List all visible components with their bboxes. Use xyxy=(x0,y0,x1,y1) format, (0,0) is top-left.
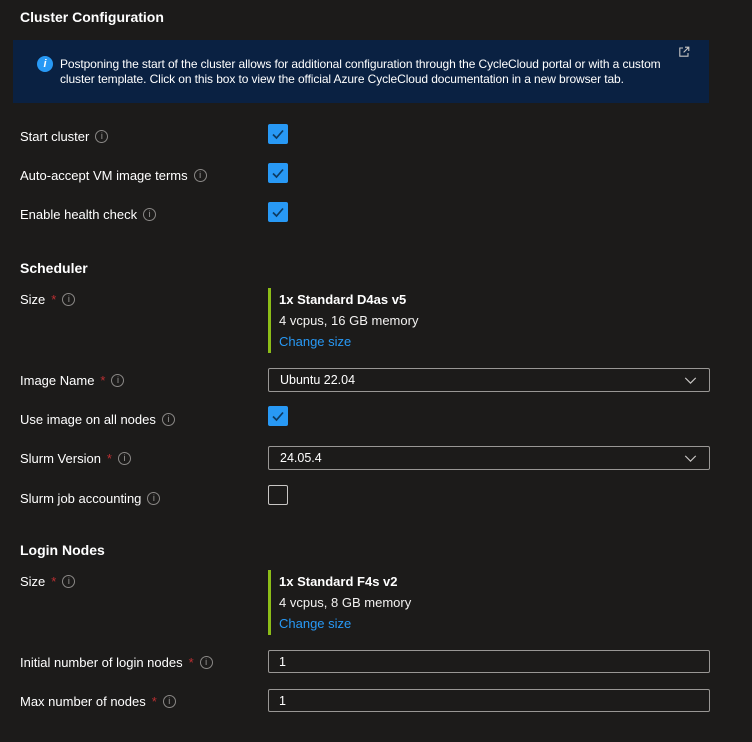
label-text: Use image on all nodes xyxy=(20,411,156,427)
info-tooltip-icon[interactable]: i xyxy=(161,412,175,426)
info-icon-glyph: i xyxy=(123,452,126,463)
info-icon-glyph: i xyxy=(152,492,155,503)
label-image-name: Image Name * i xyxy=(20,372,125,388)
info-tooltip-icon[interactable]: i xyxy=(62,292,76,306)
label-text: Max number of nodes xyxy=(20,693,146,709)
label-initial-number-of-login-nodes: Initial number of login nodes * i xyxy=(20,654,213,670)
enable-health-check-checkbox[interactable] xyxy=(268,202,288,222)
label-scheduler-size: Size * i xyxy=(20,291,76,307)
vm-size-specs: 4 vcpus, 16 GB memory xyxy=(279,313,419,328)
checkmark-icon xyxy=(272,168,284,179)
label-text: Enable health check xyxy=(20,206,138,222)
banner-message-line: Postponing the start of the cluster allo… xyxy=(60,57,661,71)
label-text: Slurm job accounting xyxy=(20,490,142,506)
info-tooltip-icon[interactable]: i xyxy=(193,168,207,182)
checkmark-icon xyxy=(272,207,284,218)
info-tooltip-icon[interactable]: i xyxy=(147,491,161,505)
label-start-cluster: Start cluster i xyxy=(20,128,109,144)
slurm-job-accounting-checkbox[interactable] xyxy=(268,485,288,505)
label-text: Size xyxy=(20,573,46,589)
checkmark-icon xyxy=(272,129,284,140)
info-tooltip-icon[interactable]: i xyxy=(199,655,213,669)
info-icon-glyph: i xyxy=(67,575,70,586)
open-in-new-tab-icon[interactable] xyxy=(678,46,690,58)
label-text: Initial number of login nodes xyxy=(20,654,183,670)
chevron-down-icon xyxy=(684,376,697,384)
required-marker: * xyxy=(100,372,106,388)
section-heading-scheduler: Scheduler xyxy=(20,260,88,276)
initial-login-nodes-input[interactable] xyxy=(268,650,710,673)
required-marker: * xyxy=(51,291,57,307)
info-icon-glyph: i xyxy=(67,293,70,304)
required-marker: * xyxy=(106,450,112,466)
info-icon-glyph: i xyxy=(100,130,103,141)
label-enable-health-check: Enable health check i xyxy=(20,206,157,222)
change-size-link[interactable]: Change size xyxy=(279,613,411,634)
start-cluster-checkbox[interactable] xyxy=(268,124,288,144)
info-tooltip-icon[interactable]: i xyxy=(95,129,109,143)
vm-size-title: 1x Standard D4as v5 xyxy=(279,292,407,307)
dropdown-selected-value: 24.05.4 xyxy=(280,451,322,465)
section-heading-login-nodes: Login Nodes xyxy=(20,542,105,558)
scheduler-vm-size-card: 1x Standard D4as v5 4 vcpus, 16 GB memor… xyxy=(268,288,418,353)
required-marker: * xyxy=(188,654,194,670)
banner-message: Postponing the start of the cluster allo… xyxy=(60,57,661,87)
info-tooltip-icon[interactable]: i xyxy=(62,574,76,588)
info-tooltip-icon[interactable]: i xyxy=(162,694,176,708)
login-nodes-vm-size-card: 1x Standard F4s v2 4 vcpus, 8 GB memory … xyxy=(268,570,411,635)
checkmark-icon xyxy=(272,411,284,422)
label-text: Size xyxy=(20,291,46,307)
required-marker: * xyxy=(151,693,157,709)
info-icon-glyph: i xyxy=(168,695,171,706)
label-use-image-on-all-nodes: Use image on all nodes i xyxy=(20,411,175,427)
use-image-on-all-nodes-checkbox[interactable] xyxy=(268,406,288,426)
label-auto-accept-vm-image-terms: Auto-accept VM image terms i xyxy=(20,167,207,183)
info-tooltip-icon[interactable]: i xyxy=(111,373,125,387)
info-tooltip-icon[interactable]: i xyxy=(143,207,157,221)
info-icon-glyph: i xyxy=(199,169,202,180)
info-icon-glyph: i xyxy=(167,413,170,424)
info-icon: i xyxy=(37,56,53,72)
image-name-dropdown[interactable]: Ubuntu 22.04 xyxy=(268,368,710,392)
vm-size-specs: 4 vcpus, 8 GB memory xyxy=(279,595,412,610)
chevron-down-icon xyxy=(684,454,697,462)
page-title: Cluster Configuration xyxy=(20,9,164,25)
auto-accept-vm-image-terms-checkbox[interactable] xyxy=(268,163,288,183)
label-slurm-version: Slurm Version * i xyxy=(20,450,131,466)
slurm-version-dropdown[interactable]: 24.05.4 xyxy=(268,446,710,470)
required-marker: * xyxy=(51,573,57,589)
change-size-link[interactable]: Change size xyxy=(279,331,418,352)
label-slurm-job-accounting: Slurm job accounting i xyxy=(20,490,161,506)
label-text: Start cluster xyxy=(20,128,90,144)
banner-message-line: cluster template. Click on this box to v… xyxy=(60,72,624,86)
dropdown-selected-value: Ubuntu 22.04 xyxy=(280,373,356,387)
vm-size-title: 1x Standard F4s v2 xyxy=(279,574,398,589)
info-icon-glyph: i xyxy=(205,656,208,667)
label-text: Auto-accept VM image terms xyxy=(20,167,188,183)
info-icon-glyph: i xyxy=(148,208,151,219)
label-login-nodes-size: Size * i xyxy=(20,573,76,589)
info-icon-glyph: i xyxy=(116,374,119,385)
max-nodes-input[interactable] xyxy=(268,689,710,712)
info-icon-glyph: i xyxy=(43,58,47,70)
label-text: Slurm Version xyxy=(20,450,101,466)
label-text: Image Name xyxy=(20,372,95,388)
info-banner[interactable]: i Postponing the start of the cluster al… xyxy=(13,40,709,103)
label-max-number-of-nodes: Max number of nodes * i xyxy=(20,693,176,709)
cluster-configuration-form: Cluster Configuration i Postponing the s… xyxy=(0,0,752,742)
info-tooltip-icon[interactable]: i xyxy=(117,451,131,465)
